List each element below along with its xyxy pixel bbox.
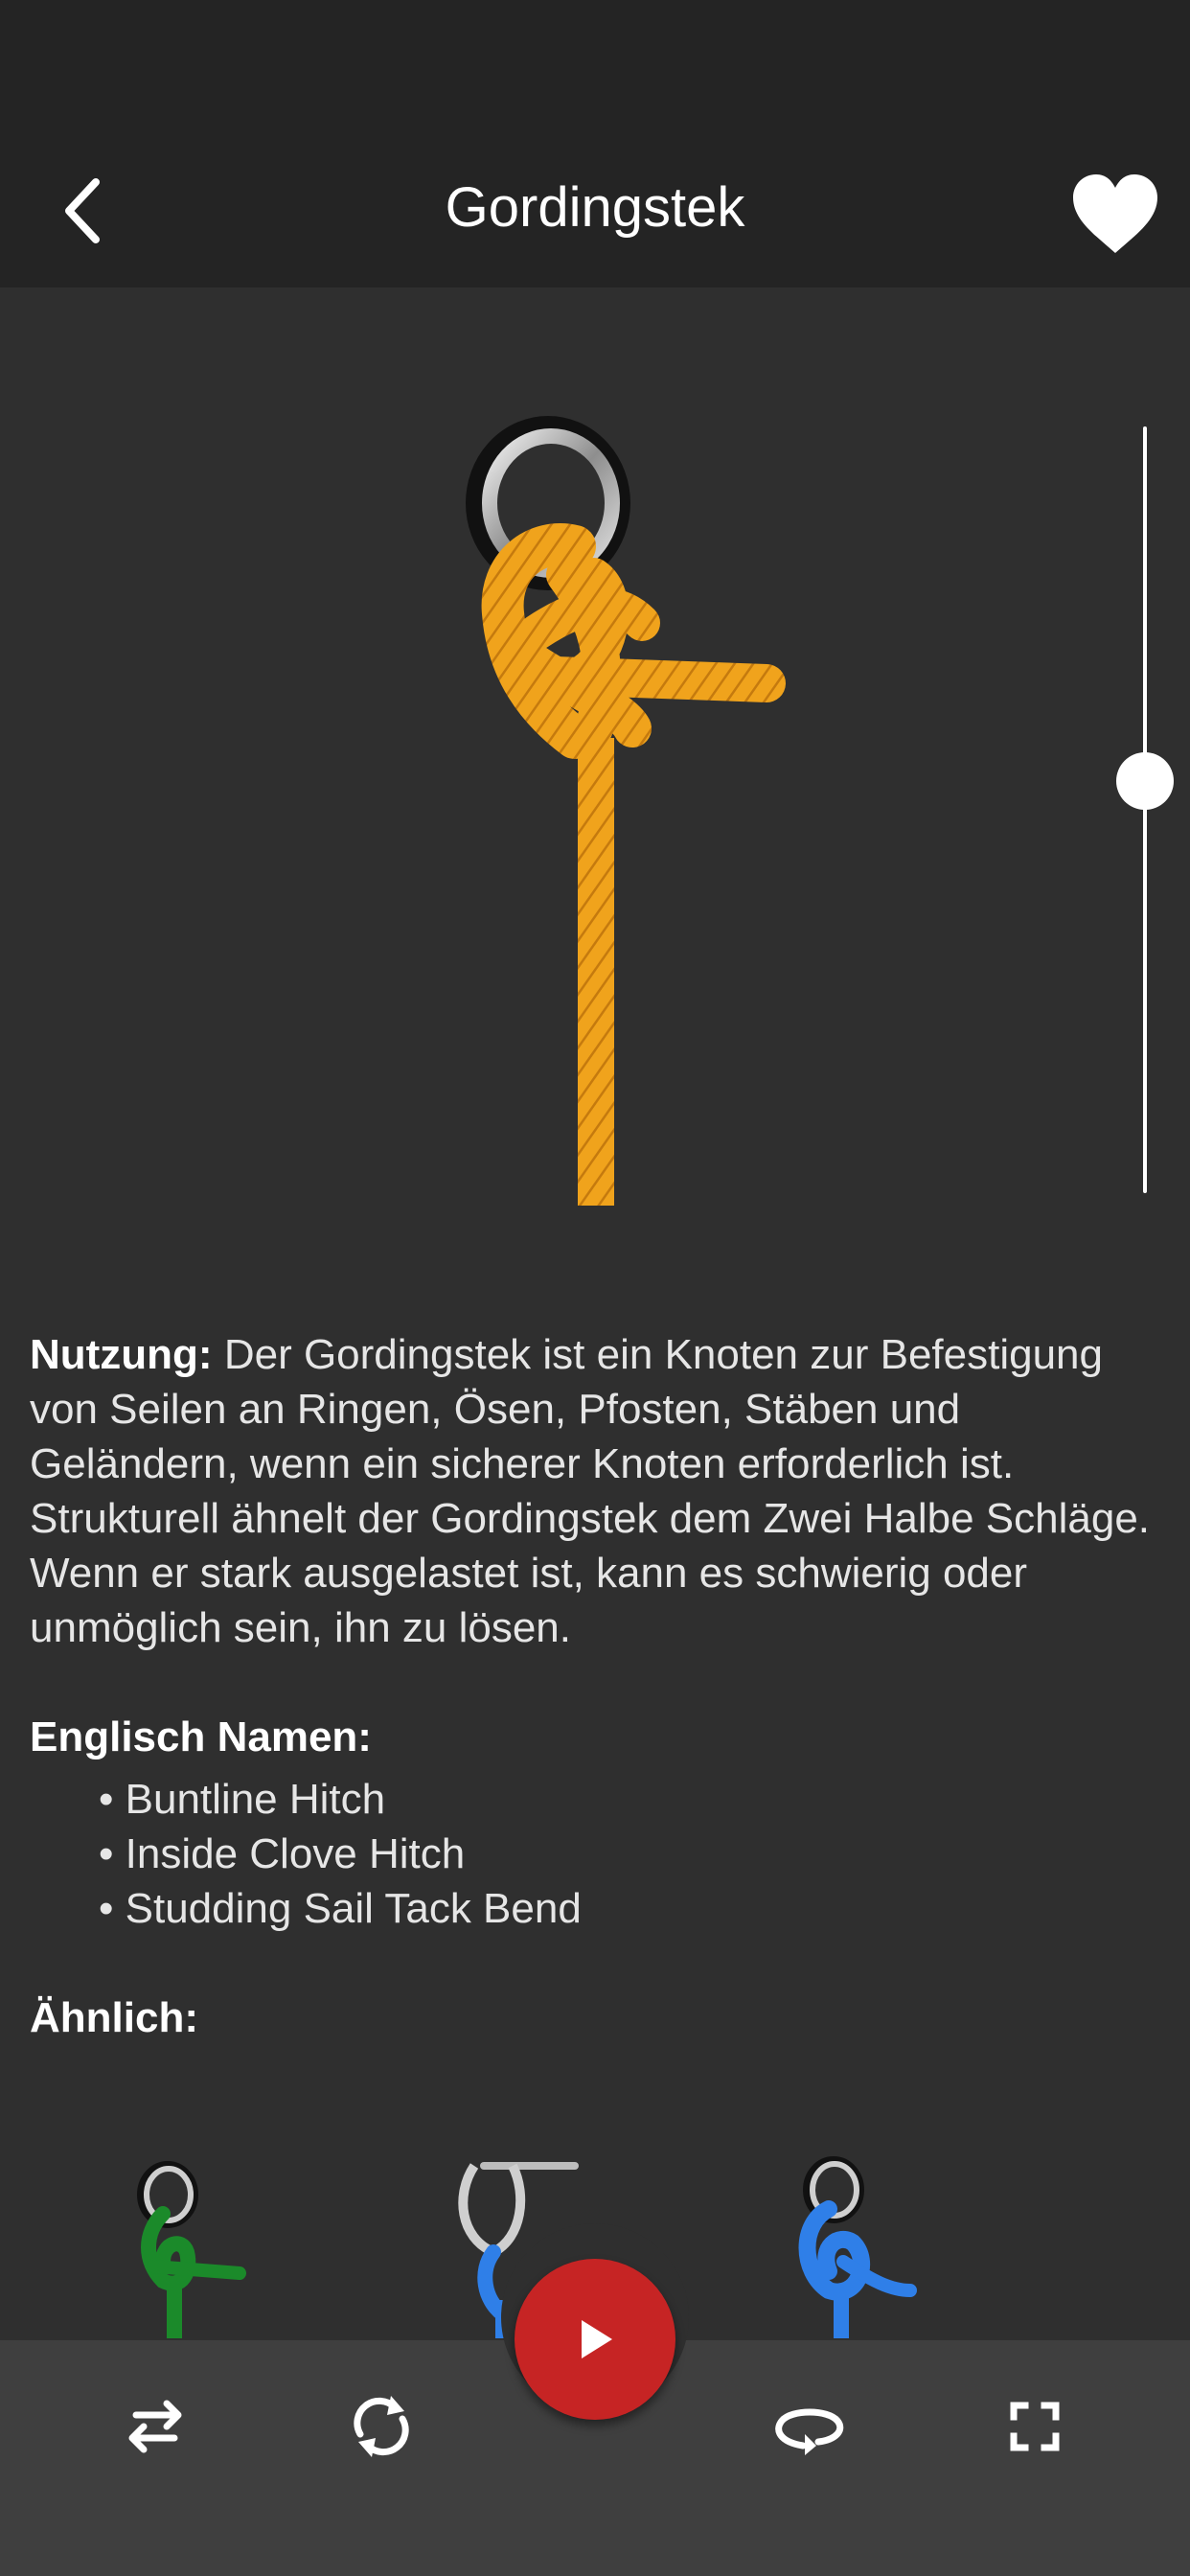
english-names-label: Englisch Namen:	[30, 1714, 372, 1760]
loop-icon	[775, 2408, 844, 2455]
english-names-list: Buntline Hitch Inside Clove Hitch Studdi…	[99, 1772, 1170, 1936]
similar-knot-thumb[interactable]	[96, 2147, 268, 2338]
knot-animation-view[interactable]	[0, 288, 1190, 1265]
rotate-button[interactable]	[333, 2379, 429, 2474]
page-title: Gordingstek	[445, 176, 745, 239]
step-slider[interactable]	[1116, 426, 1174, 1193]
usage-text: Der Gordingstek ist ein Knoten zur Befes…	[30, 1331, 1151, 1651]
knot-illustration	[466, 416, 786, 1206]
similar-knot-thumb[interactable]	[767, 2147, 939, 2338]
fullscreen-icon	[1010, 2402, 1060, 2451]
list-item: Studding Sail Tack Bend	[99, 1881, 1170, 1936]
knot-thumbnail-icon	[798, 2156, 917, 2338]
list-item: Buntline Hitch	[99, 1772, 1170, 1827]
usage-label: Nutzung:	[30, 1331, 213, 1378]
favorite-button[interactable]	[1067, 169, 1163, 261]
list-item: Inside Clove Hitch	[99, 1827, 1170, 1881]
rotate-icon	[354, 2396, 409, 2457]
swap-icon	[128, 2400, 182, 2453]
knot-description: Nutzung: Der Gordingstek ist ein Knoten …	[30, 1327, 1170, 2045]
swap-button[interactable]	[107, 2379, 203, 2474]
similar-label: Ähnlich:	[30, 1994, 198, 2041]
play-button[interactable]	[515, 2259, 675, 2420]
fullscreen-button[interactable]	[987, 2379, 1083, 2474]
play-icon	[582, 2320, 612, 2358]
heart-icon	[1073, 174, 1157, 253]
loop-button[interactable]	[761, 2379, 857, 2474]
status-bar	[0, 0, 1190, 144]
header-bar: Gordingstek	[0, 144, 1190, 288]
slider-thumb[interactable]	[1116, 752, 1174, 811]
usage-paragraph: Nutzung: Der Gordingstek ist ein Knoten …	[30, 1327, 1170, 1655]
knot-thumbnail-icon	[137, 2161, 246, 2338]
